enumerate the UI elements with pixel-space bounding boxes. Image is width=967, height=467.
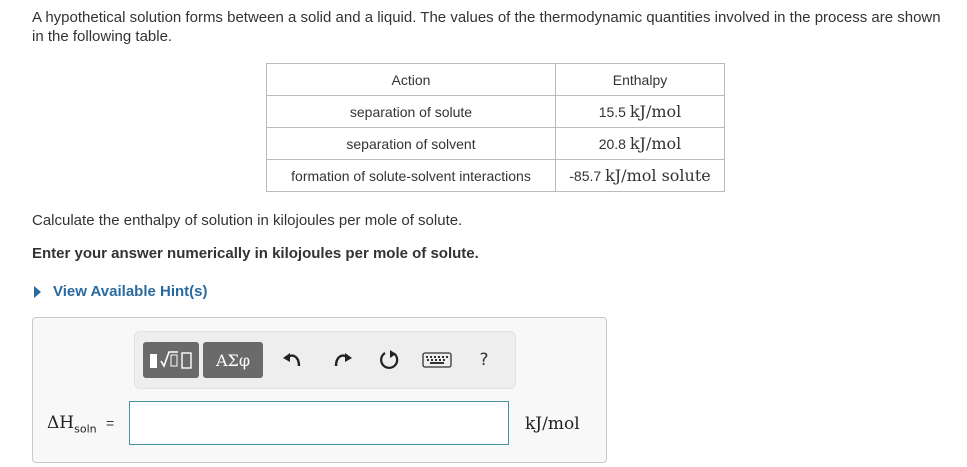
undo-button[interactable] [279,343,307,377]
redo-icon [334,353,352,367]
table-row: formation of solute-solvent interactions… [266,159,725,192]
delta-h-symbol: ΔH [47,413,75,433]
header-action: Action [266,63,556,96]
enthalpy-table: Action Enthalpy separation of solute 15.… [266,63,725,192]
greek-letters-button[interactable]: ΑΣφ [203,342,263,378]
header-enthalpy: Enthalpy [555,63,725,96]
enthalpy-value: -85.7 [569,168,602,184]
table-row: separation of solute 15.5 kJ/mol [266,95,725,128]
answer-panel: ΑΣφ ? ΔHsoln = kJ/mol [32,317,607,463]
reset-icon [380,350,399,369]
caret-right-icon [34,285,41,298]
undo-icon [283,353,301,367]
enthalpy-unit: kJ/mol solute [605,166,711,185]
view-hints-label: View Available Hint(s) [53,283,208,300]
table-row: separation of solvent 20.8 kJ/mol [266,127,725,160]
question-text: Calculate the enthalpy of solution in ki… [32,212,463,229]
greek-letters-icon: ΑΣφ [215,350,251,370]
action-cell: separation of solute [266,95,556,128]
answer-unit: kJ/mol [525,414,580,434]
instruction-text: Enter your answer numerically in kilojou… [32,245,479,262]
redo-button[interactable] [328,343,356,377]
keyboard-icon [422,352,452,368]
keyboard-button[interactable] [420,343,454,377]
equals-sign: = [106,415,115,431]
templates-icon [150,351,192,369]
enthalpy-value: 15.5 [598,104,626,120]
reset-button[interactable] [375,343,405,377]
problem-intro: A hypothetical solution forms between a … [32,9,941,45]
answer-input[interactable] [129,401,509,445]
action-cell: formation of solute-solvent interactions [266,159,556,192]
enthalpy-unit: kJ/mol [629,102,682,121]
answer-label-subscript: soln [74,422,97,436]
enthalpy-unit: kJ/mol [629,134,682,153]
templates-button[interactable] [143,342,199,378]
enthalpy-cell: 15.5 kJ/mol [555,95,725,128]
action-cell: separation of solvent [266,127,556,160]
help-button[interactable]: ? [471,343,497,377]
view-hints-link[interactable]: View Available Hint(s) [32,283,208,300]
math-toolbar: ΑΣφ ? [134,331,516,389]
help-icon: ? [479,350,489,370]
enthalpy-cell: -85.7 kJ/mol solute [555,159,725,192]
enthalpy-value: 20.8 [598,136,626,152]
enthalpy-cell: 20.8 kJ/mol [555,127,725,160]
answer-label: ΔHsoln = [47,413,114,435]
table-header-row: Action Enthalpy [266,63,725,96]
